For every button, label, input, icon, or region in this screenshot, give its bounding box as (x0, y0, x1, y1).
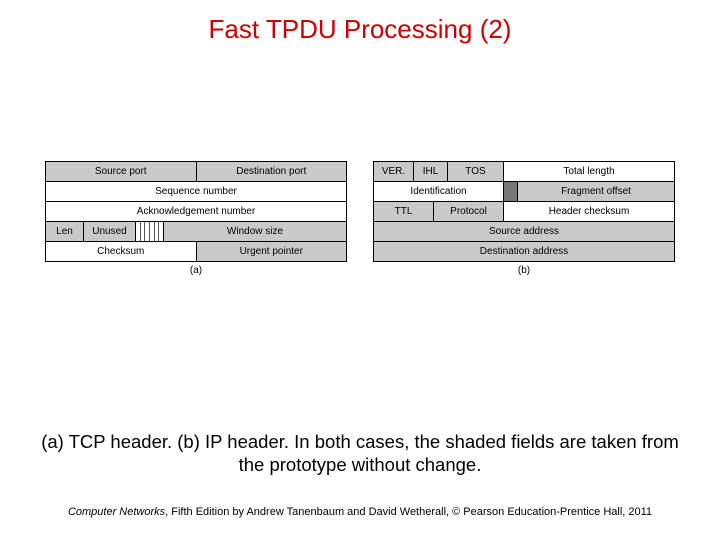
tcp-window-size: Window size (164, 222, 346, 241)
ip-header-diagram: VER. IHL TOS Total length Identification… (373, 161, 675, 276)
tcp-header-diagram: Source port Destination port Sequence nu… (45, 161, 347, 276)
tcp-seq-number: Sequence number (46, 182, 346, 201)
ip-flags-dark (504, 182, 518, 201)
tcp-flags (136, 222, 164, 241)
figure-description: (a) TCP header. (b) IP header. In both c… (0, 430, 720, 476)
ip-total-length: Total length (504, 162, 674, 181)
ip-ihl: IHL (414, 162, 448, 181)
page-title: Fast TPDU Processing (2) (0, 0, 720, 45)
ip-dest-address: Destination address (374, 242, 674, 261)
tcp-checksum: Checksum (46, 242, 197, 261)
credit-rest: , Fifth Edition by Andrew Tanenbaum and … (165, 506, 652, 518)
ip-source-address: Source address (374, 222, 674, 241)
tcp-ack-number: Acknowledgement number (46, 202, 346, 221)
ip-protocol: Protocol (434, 202, 504, 221)
ip-ttl: TTL (374, 202, 434, 221)
tcp-len: Len (46, 222, 84, 241)
ip-fragment-offset: Fragment offset (518, 182, 674, 201)
header-diagrams: Source port Destination port Sequence nu… (0, 161, 720, 276)
tcp-dest-port: Destination port (197, 162, 347, 181)
tcp-unused: Unused (84, 222, 136, 241)
tcp-caption: (a) (45, 265, 347, 276)
credit-book-title: Computer Networks (68, 506, 165, 518)
ip-tos: TOS (448, 162, 504, 181)
ip-identification: Identification (374, 182, 504, 201)
tcp-source-port: Source port (46, 162, 197, 181)
ip-caption: (b) (373, 265, 675, 276)
tcp-urgent-pointer: Urgent pointer (197, 242, 347, 261)
credit-line: Computer Networks, Fifth Edition by Andr… (0, 506, 720, 518)
ip-header-checksum: Header checksum (504, 202, 674, 221)
ip-ver: VER. (374, 162, 414, 181)
